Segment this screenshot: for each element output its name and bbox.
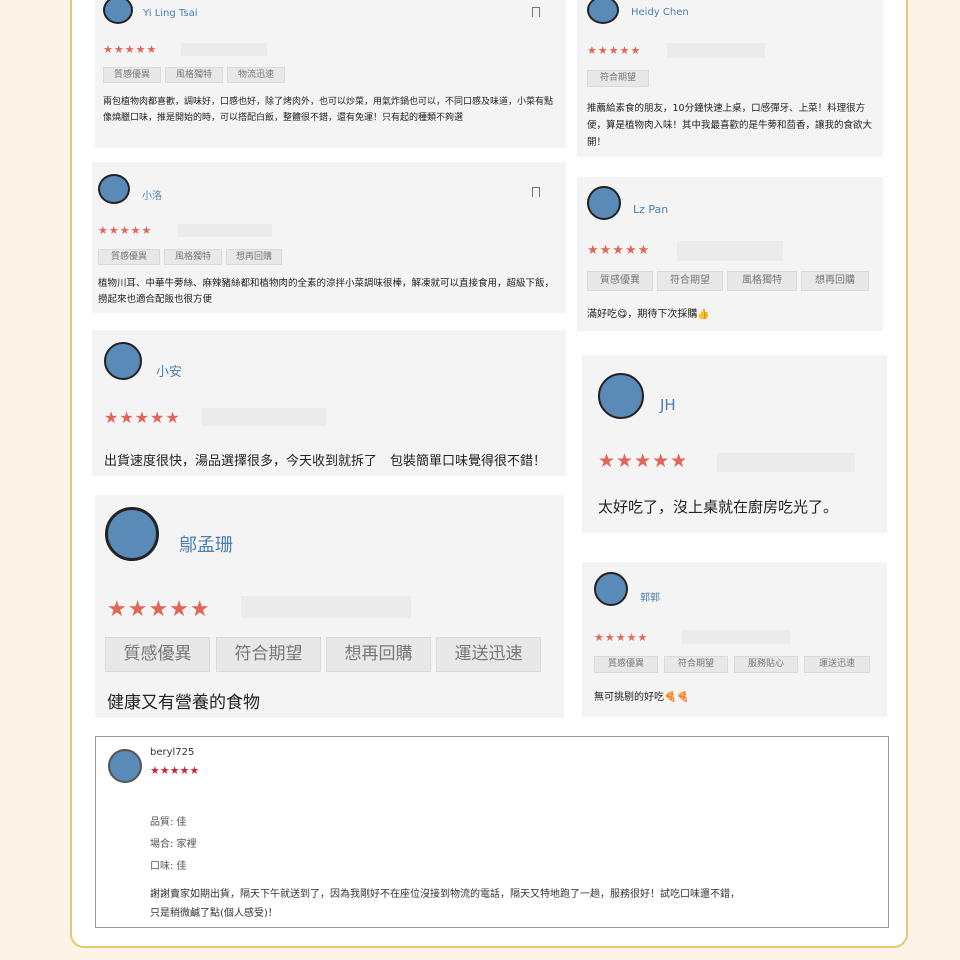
review-tag: 質感優異: [98, 249, 160, 265]
review-text: 推薦給素食的朋友，10分鐘快速上桌，口感彈牙、上菜！料理很方便，算是植物肉入味！…: [587, 103, 873, 148]
review-tag: 風格獨特: [164, 249, 222, 265]
avatar: [598, 373, 644, 419]
reviewer-name: JH: [660, 396, 676, 414]
quality-attribute: 品質: 佳: [150, 817, 187, 828]
review-card: Yi Ling Tsai ★★★★★ 質感優異 風格獨特 物流迅速 兩包植物肉都…: [95, 0, 566, 148]
date-placeholder: [178, 224, 272, 237]
occasion-attribute: 場合: 家裡: [150, 839, 197, 850]
review-card: 鄔孟珊 ★★★★★ 質感優異 符合期望 想再回購 運送迅速 健康又有營養的食物: [95, 495, 564, 718]
reviewer-name: 郭郭: [640, 593, 660, 604]
featured-review-card: beryl725 ★★★★★ 品質: 佳 場合: 家裡 口味: 佳 謝謝賣家如期…: [95, 736, 889, 928]
reviewer-name: 小安: [156, 365, 183, 380]
star-rating: ★★★★★: [98, 224, 153, 237]
review-tag: 質感優異: [587, 271, 653, 291]
avatar: [594, 572, 628, 606]
reviewer-name: 鄔孟珊: [179, 535, 233, 556]
star-rating: ★★★★★: [107, 597, 211, 622]
review-tag: 質感優異: [103, 67, 161, 83]
review-text: 兩包植物肉都喜歡，調味好，口感也好，除了烤肉外，也可以炒菜，用氣炸鍋也可以，不同…: [103, 97, 554, 123]
review-card: 小安 ★★★★★ 出貨速度很快，湯品選擇很多，今天收到就拆了 包裝簡單口味覺得很…: [92, 330, 566, 476]
review-text: 無可挑剔的好吃🍕🍕: [594, 692, 689, 703]
avatar: [105, 507, 159, 561]
review-card: 小洛 ★★★★★ 質感優異 風格獨特 想再回購 植物川耳、中華牛蒡絲、麻辣豬絲都…: [92, 162, 566, 313]
review-tag: 符合期望: [587, 70, 649, 87]
date-placeholder: [667, 43, 765, 58]
date-placeholder: [241, 596, 411, 618]
star-rating: ★★★★★: [103, 43, 158, 56]
star-rating: ★★★★★: [587, 243, 651, 258]
avatar: [104, 342, 142, 380]
date-placeholder: [717, 453, 855, 472]
review-tag: 運送迅速: [436, 637, 541, 672]
review-text: 太好吃了，沒上桌就在廚房吃光了。: [598, 498, 839, 516]
review-text: 滿好吃😋，期待下次採購👍: [587, 309, 710, 320]
review-card: 郭郭 ★★★★★ 質感優異 符合期望 服務貼心 運送迅速 無可挑剔的好吃🍕🍕: [582, 562, 887, 717]
review-card: Lz Pan ★★★★★ 質感優異 符合期望 風格獨特 想再回購 滿好吃😋，期待…: [577, 177, 883, 331]
review-tag: 符合期望: [657, 271, 723, 291]
reviewer-name: Lz Pan: [633, 203, 669, 216]
review-tag: 運送迅速: [804, 656, 870, 673]
review-text: 出貨速度很快，湯品選擇很多，今天收到就拆了 包裝簡單口味覺得很不錯！: [104, 454, 547, 469]
review-tag: 服務貼心: [734, 656, 798, 673]
review-tag: 想再回購: [326, 637, 431, 672]
star-rating: ★★★★★: [594, 631, 649, 644]
taste-attribute: 口味: 佳: [150, 861, 187, 872]
avatar: [108, 749, 142, 783]
reviewer-name: Yi Ling Tsai: [143, 8, 198, 19]
review-text: 健康又有營養的食物: [107, 693, 260, 713]
date-placeholder: [202, 408, 326, 426]
reviewer-name: Heidy Chen: [631, 7, 689, 18]
avatar: [98, 174, 130, 204]
reviewer-name: beryl725: [150, 747, 195, 758]
star-rating: ★★★★★: [104, 408, 181, 427]
avatar: [103, 0, 133, 24]
review-card: Heidy Chen ★★★★★ 符合期望 推薦給素食的朋友，10分鐘快速上桌，…: [577, 0, 883, 157]
review-text: 植物川耳、中華牛蒡絲、麻辣豬絲都和植物肉的全素的涼拌小菜調味很棒，解凍就可以直接…: [98, 278, 555, 305]
review-tag: 風格獨特: [165, 67, 223, 83]
review-tag: 物流迅速: [227, 67, 285, 83]
bookmark-icon[interactable]: [532, 187, 540, 200]
review-card: JH ★★★★★ 太好吃了，沒上桌就在廚房吃光了。: [582, 355, 887, 533]
date-placeholder: [181, 43, 267, 56]
review-tag: 符合期望: [664, 656, 728, 673]
review-text-line-2: 只是稍微鹹了點(個人感受)！: [150, 908, 278, 919]
avatar: [587, 0, 619, 24]
star-rating: ★★★★★: [587, 44, 642, 57]
date-placeholder: [677, 241, 783, 261]
reviewer-name: 小洛: [142, 191, 162, 202]
date-placeholder: [682, 630, 790, 644]
review-text-line-1: 謝謝賣家如期出貨，隔天下午就送到了，因為我剛好不在座位沒接到物流的電話，隔天又特…: [150, 889, 740, 900]
review-tag: 想再回購: [801, 271, 869, 291]
star-rating: ★★★★★: [150, 764, 200, 777]
avatar: [587, 186, 621, 220]
bookmark-icon[interactable]: [532, 7, 540, 20]
review-tag: 想再回購: [226, 249, 282, 265]
review-tag: 風格獨特: [727, 271, 797, 291]
review-tag: 質感優異: [594, 656, 658, 673]
review-tag: 質感優異: [105, 637, 210, 672]
review-tag: 符合期望: [216, 637, 321, 672]
star-rating: ★★★★★: [598, 450, 689, 472]
